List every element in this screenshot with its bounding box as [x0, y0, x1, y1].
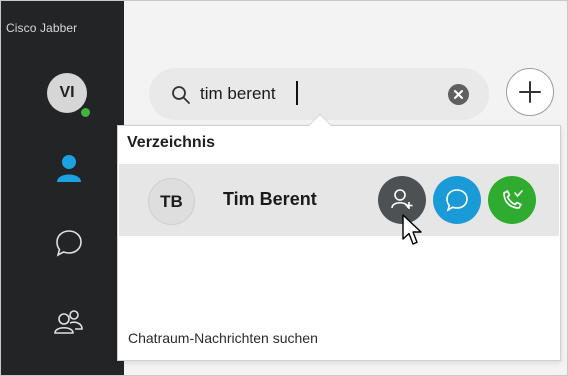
clear-circle-icon — [454, 90, 463, 99]
result-avatar: TB — [148, 178, 195, 225]
presence-indicator — [79, 106, 92, 119]
section-title: Verzeichnis — [127, 134, 216, 151]
search-chat-rooms-link[interactable]: Chatraum-Nachrichten suchen — [128, 330, 318, 346]
search-icon — [172, 86, 190, 104]
mouse-pointer-icon — [402, 214, 422, 245]
group-icon[interactable] — [53, 308, 85, 336]
chat-button[interactable] — [433, 176, 481, 224]
dropdown-pointer-fill — [309, 115, 331, 126]
plus-icon — [519, 81, 541, 103]
search-results-dropdown — [117, 125, 561, 361]
search-input[interactable]: tim berent — [200, 84, 276, 104]
phone-icon — [503, 190, 523, 209]
text-caret — [296, 81, 298, 105]
result-name[interactable]: Tim Berent — [223, 189, 317, 210]
chat-bubble-icon[interactable] — [54, 228, 84, 258]
call-button[interactable] — [488, 176, 536, 224]
add-button[interactable] — [506, 68, 554, 116]
person-icon[interactable] — [55, 154, 83, 184]
app-title: Cisco Jabber — [6, 21, 78, 35]
clear-search-button[interactable] — [448, 84, 469, 105]
chat-bubble-icon — [446, 189, 468, 212]
